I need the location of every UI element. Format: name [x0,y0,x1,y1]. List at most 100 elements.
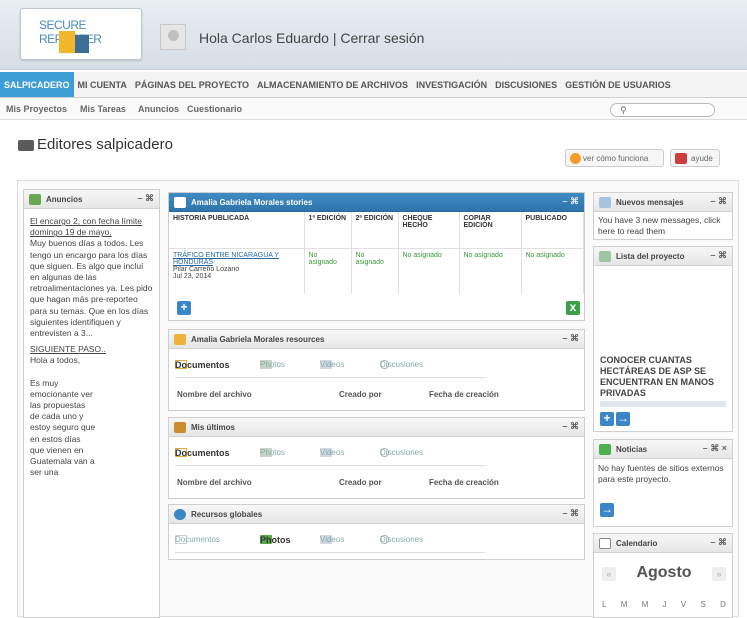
subnav-cuestionario[interactable]: Cuestionario [187,104,242,114]
col-2a-edicion: 2ª EDICIÓN [351,212,399,249]
tab-label: Discusiones [380,535,424,544]
nav-item-mi-cuenta[interactable]: MI CUENTA [74,72,131,97]
col-fecha: Fecha de creación [429,390,499,399]
story-title-link[interactable]: TRÁFICO ENTRE NICARAGUA Y HONDURAS [173,252,300,266]
announcement-link-1[interactable]: El encargo 2, con fecha límite domingo 1… [30,216,154,238]
folder-icon [174,334,186,345]
announcements-panel: Anuncios – ⌘ El encargo 2, con fecha lím… [23,189,160,618]
story-author: Pilar Carreño Lozano [173,265,240,273]
nav-item-paginas-proyecto[interactable]: PÁGINAS DEL PROYECTO [131,72,253,97]
panel-controls[interactable]: – ⌘ × [703,443,727,454]
search-input[interactable]: ⚲ [610,103,715,117]
col-fecha: Fecha de creación [429,478,499,487]
document-icon [174,197,186,208]
go-project-button[interactable]: → [616,412,630,426]
col-copiar: COPIAR EDICIÓN [459,212,522,249]
stories-header: Amalia Gabriela Morales stories – ⌘ [169,193,584,212]
calendar-prev-button[interactable]: « [602,567,616,581]
nav-item-gestion-usuarios[interactable]: GESTIÓN DE USUARIOS [561,72,675,97]
weekday-label: L [602,600,607,609]
resources-panel: Amalia Gabriela Morales resources – ⌘ Do… [168,329,585,411]
mail-icon [599,197,611,208]
stories-panel: Amalia Gabriela Morales stories – ⌘ HIST… [168,192,585,321]
announcement-text-1: Muy buenos días a todos. Les tengo un en… [30,238,153,339]
news-title: Noticias [616,445,648,454]
play-icon [570,153,581,164]
weekday-label: D [720,600,726,609]
col-1a-edicion: 1ª EDICIÓN [304,212,352,249]
panel-controls[interactable]: – ⌘ [562,508,579,519]
subnav-anuncios[interactable]: Anuncios [138,104,179,114]
project-list-header: Lista del proyecto – ⌘ [594,247,732,266]
latest-header: Mis últimos – ⌘ [169,418,584,437]
logo-text: SECURE REPORTER [39,18,102,46]
greeting-separator: | [332,30,337,46]
weekday-label: M [641,600,649,609]
status-cell: No asignado [398,248,460,294]
latest-panel: Mis últimos – ⌘ Documentos Photos Videos… [168,417,585,499]
status-cell: No asignado [351,248,399,294]
announcements-header: Anuncios – ⌘ [24,190,159,209]
secure-reporter-logo[interactable]: SECURE REPORTER [20,8,142,60]
main-nav: SALPICADERO MI CUENTA PÁGINAS DEL PROYEC… [0,72,747,98]
subnav-mis-proyectos[interactable]: Mis Proyectos [6,104,67,114]
subnav-mis-tareas[interactable]: Mis Tareas [80,104,126,114]
nav-item-almacenamiento[interactable]: ALMACENAMIENTO DE ARCHIVOS [253,72,412,97]
go-news-button[interactable]: → [600,503,614,517]
status-cell: No asignado [521,248,584,294]
panel-controls[interactable]: – ⌘ [562,333,579,344]
global-resources-title: Recursos globales [191,510,263,519]
nav-item-investigacion[interactable]: INVESTIGACIÓN [412,72,491,97]
pencil-icon [174,422,186,433]
tab-label: Videos [320,360,345,369]
nav-item-discusiones[interactable]: DISCUSIONES [491,72,561,97]
user-avatar [160,24,186,50]
panel-controls[interactable]: – ⌘ [562,196,579,207]
col-cheque: CHEQUE HECHO [398,212,460,249]
divider [175,377,485,378]
tab-label: Discusiones [380,448,424,457]
project-list-scrollbar[interactable] [600,401,726,407]
greeting-text: Hola Carlos Eduardo [199,30,329,46]
how-it-works-button[interactable]: ver cómo funciona [565,149,664,167]
add-project-button[interactable]: + [600,412,614,426]
status-cell: No asignado [304,248,352,294]
messages-header: Nuevos mensajes – ⌘ [594,193,732,212]
divider [175,552,485,553]
add-story-button[interactable]: + [177,301,191,315]
panel-controls[interactable]: – ⌘ [710,250,727,261]
resources-title: Amalia Gabriela Morales resources [191,335,325,344]
dashboard-icon [18,140,34,151]
announcement-link-2[interactable]: SIGUIENTE PASO.. [30,344,154,355]
calendar-next-button[interactable]: » [712,567,726,581]
project-list-item[interactable]: CONOCER CUANTAS HECTÁREAS DE ASP SE ENCU… [600,355,726,399]
global-resources-panel: Recursos globales – ⌘ Documentos Photos … [168,504,585,560]
weekday-label: J [662,600,667,609]
panel-controls[interactable]: – ⌘ [562,421,579,432]
messages-title: Nuevos mensajes [616,198,684,207]
nav-item-salpicadero[interactable]: SALPICADERO [0,72,74,97]
panel-controls[interactable]: – ⌘ [710,196,727,207]
messages-text[interactable]: You have 3 new messages, click here to r… [594,212,732,240]
calendar-icon [599,538,611,549]
help-button[interactable]: ayude [670,149,720,167]
col-creado: Creado por [339,390,382,399]
rss-icon [599,444,611,455]
announcement-text-3: Es muy emocionante ver las propuestas de… [30,377,96,478]
project-list-title: Lista del proyecto [616,252,685,261]
tab-label: Photos [260,448,285,457]
col-publicado: PUBLICADO [521,212,584,249]
megaphone-icon [29,194,41,205]
panel-controls[interactable]: – ⌘ [137,193,154,204]
panel-controls[interactable]: – ⌘ [710,537,727,548]
messages-panel: Nuevos mensajes – ⌘ You have 3 new messa… [593,192,733,240]
stories-title: Amalia Gabriela Morales stories [191,198,313,207]
status-cell: No asignado [459,248,522,294]
stories-table: HISTORIA PUBLICADA 1ª EDICIÓN 2ª EDICIÓN… [169,212,584,294]
help-icon [675,153,687,164]
export-excel-button[interactable]: x [566,301,580,315]
tab-label: Photos [260,535,291,545]
globe-icon [174,509,186,520]
calendar-month: Agosto [636,564,692,581]
logout-link[interactable]: Cerrar sesión [340,30,424,46]
